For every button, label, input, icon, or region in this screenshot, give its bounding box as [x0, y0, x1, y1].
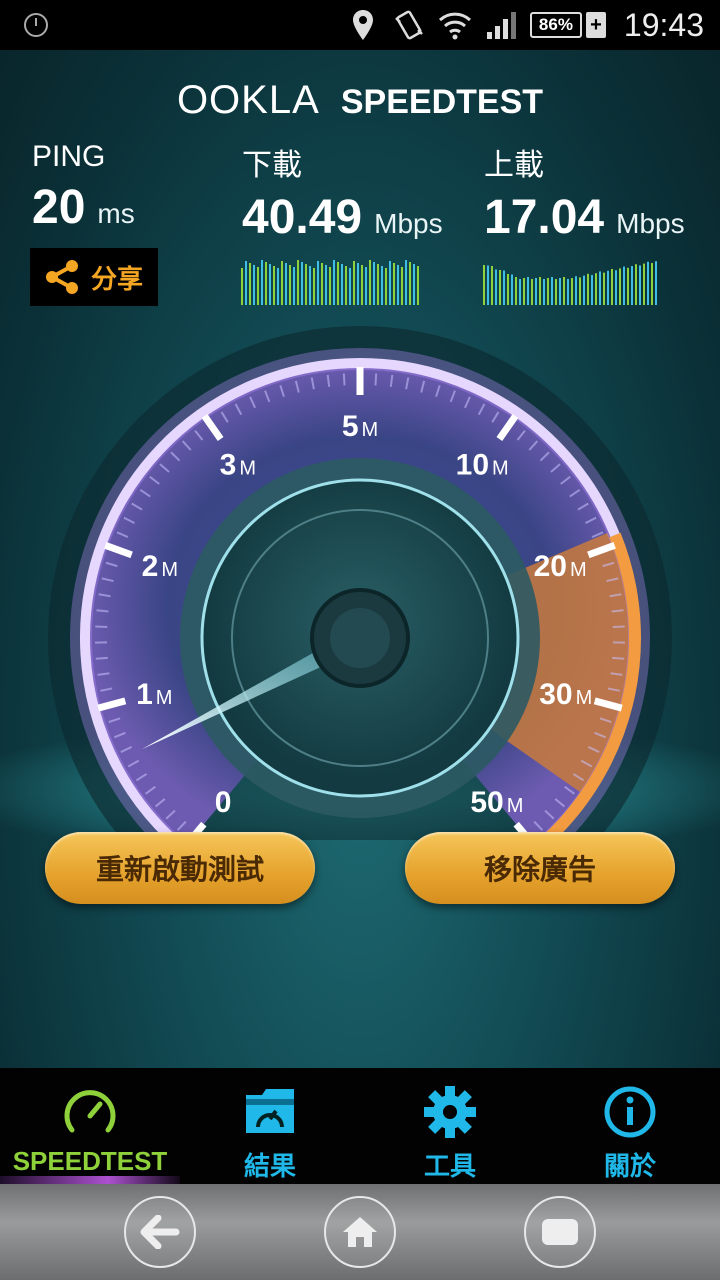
gauge-minor-tick: [342, 373, 346, 386]
results-folder-icon: [240, 1084, 300, 1140]
download-unit: Mbps: [374, 208, 443, 239]
upload-stat: 上載 17.04 Mbps: [484, 140, 685, 245]
gauge-minor-tick: [612, 625, 625, 628]
tab-results[interactable]: 結果: [180, 1068, 360, 1184]
upload-value-row: 17.04 Mbps: [484, 190, 685, 245]
signal-icon: [484, 8, 518, 42]
ping-label: PING: [32, 140, 106, 173]
speed-gauge: 01 M2 M3 M5 M10 M20 M30 M50 M: [0, 326, 720, 840]
vibrate-icon: [392, 8, 426, 42]
brand-name: OOKLA: [176, 78, 320, 122]
download-stat: 下載 40.49 Mbps: [242, 140, 443, 245]
gauge-hub-center: [330, 608, 390, 668]
tab-tools[interactable]: 工具: [360, 1068, 540, 1184]
system-navigation-bar: [0, 1184, 720, 1280]
gauge-tick-label: 0: [215, 786, 232, 819]
tab-tools-label: 工具: [423, 1152, 476, 1182]
download-value: 40.49: [242, 191, 363, 244]
tab-about-label: 關於: [603, 1152, 656, 1182]
share-button[interactable]: 分享: [30, 248, 158, 306]
upload-label: 上載: [484, 149, 544, 182]
gauge-minor-tick: [96, 609, 109, 613]
gauge-minor-tick: [612, 656, 625, 660]
battery-indicator: 86%: [529, 12, 582, 38]
download-sparkline: [241, 260, 419, 305]
ping-stat: PING 20 ms: [32, 140, 135, 235]
gauge-minor-tick: [95, 656, 108, 660]
share-label: 分享: [90, 264, 143, 295]
tab-speedtest-label: SPEEDTEST: [12, 1146, 168, 1176]
speedometer-icon: [60, 1084, 120, 1140]
status-bar: 86% + 19:43: [0, 0, 720, 50]
tab-about[interactable]: 關於: [540, 1068, 720, 1184]
recent-apps-icon: [542, 1219, 578, 1245]
tab-results-label: 結果: [243, 1152, 296, 1182]
upload-value: 17.04: [484, 191, 605, 244]
back-button[interactable]: [124, 1196, 196, 1268]
ping-value-row: 20 ms: [32, 180, 135, 235]
restart-test-button[interactable]: 重新啟動測試: [45, 832, 315, 904]
clock: 19:43: [623, 6, 704, 43]
app-logo: OOKLA SPEEDTEST: [0, 78, 720, 123]
share-icon: [45, 260, 78, 294]
product-name: SPEEDTEST: [340, 83, 544, 121]
back-arrow-icon: [140, 1215, 180, 1249]
power-icon: [24, 13, 48, 37]
info-icon: [600, 1084, 660, 1140]
ping-unit: ms: [97, 198, 135, 229]
recent-apps-button[interactable]: [524, 1196, 596, 1268]
tab-speedtest[interactable]: SPEEDTEST: [0, 1068, 180, 1184]
upload-sparkline: [483, 261, 657, 305]
location-icon: [346, 8, 380, 42]
gauge-minor-tick: [611, 609, 624, 613]
home-button[interactable]: [324, 1196, 396, 1268]
home-icon: [343, 1217, 377, 1247]
bottom-tab-bar: SPEEDTEST 結果 工具 關於: [0, 1068, 720, 1184]
wifi-icon: [438, 8, 472, 42]
gear-icon: [420, 1084, 480, 1140]
ping-value: 20: [32, 181, 86, 234]
gauge-minor-tick: [374, 373, 378, 386]
charging-icon: +: [585, 12, 606, 38]
download-value-row: 40.49 Mbps: [242, 190, 443, 245]
upload-unit: Mbps: [616, 208, 685, 239]
download-label: 下載: [242, 149, 302, 182]
gauge-minor-tick: [95, 625, 108, 628]
remove-ads-button[interactable]: 移除廣告: [405, 832, 675, 904]
